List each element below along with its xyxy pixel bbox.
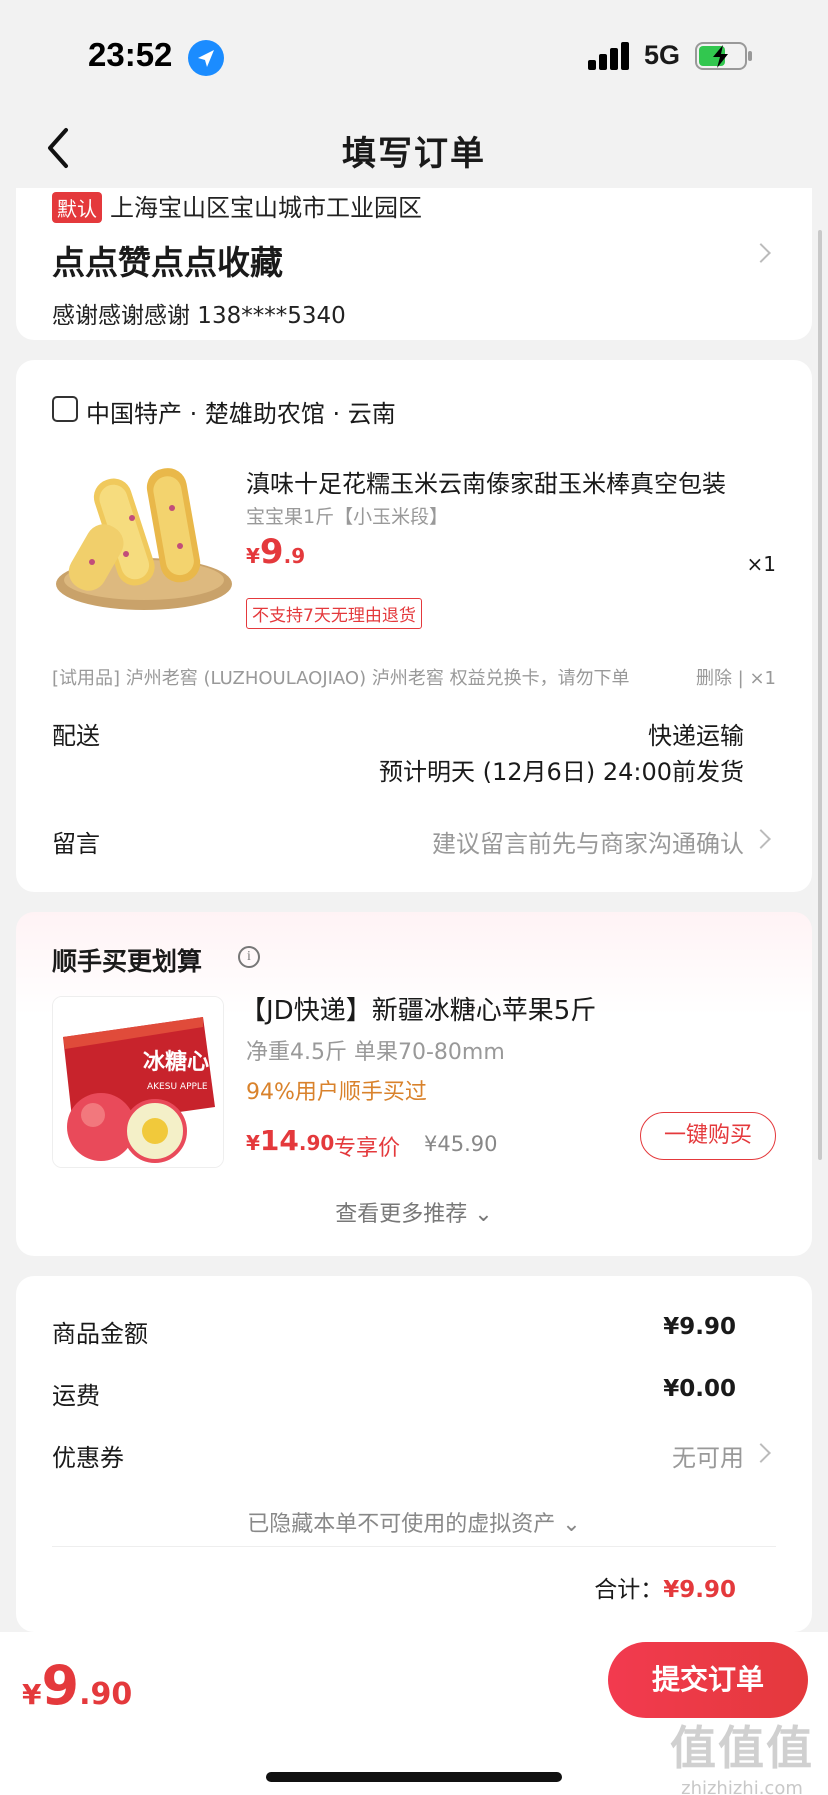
recommend-social-proof: 94%用户顺手买过 — [246, 1080, 427, 1105]
page-title: 填写订单 — [342, 134, 486, 174]
divider — [52, 1546, 776, 1547]
exclusive-price-label: 专享价 — [334, 1136, 401, 1161]
default-address-badge: 默认 — [52, 192, 102, 223]
price-summary-card: 商品金额 ¥9.90 运费 ¥0.00 优惠券 无可用 已隐藏本单不可使用的虚拟… — [16, 1276, 812, 1632]
nav-bar: 填写订单 — [0, 110, 828, 190]
product-quantity: ×1 — [746, 552, 776, 576]
original-price: ¥45.90 — [424, 1132, 498, 1156]
remark-label: 留言 — [52, 830, 100, 858]
signal-strength-icon — [588, 42, 630, 70]
total-value: ¥9.90 — [663, 1577, 736, 1603]
gift-item: [试用品] 泸州老窖 (LUZHOULAOJIAO) 泸州老窖 权益兑换卡，请勿… — [52, 668, 630, 689]
hidden-assets-toggle[interactable]: 已隐藏本单不可使用的虚拟资产 ⌄ — [16, 1506, 812, 1538]
chevron-right-icon — [751, 243, 771, 263]
remark-input[interactable]: 建议留言前先与商家沟通确认 — [432, 824, 744, 859]
coupon-value[interactable]: 无可用 — [672, 1438, 744, 1473]
info-icon[interactable]: i — [238, 946, 260, 968]
gift-delete-button[interactable]: 删除 | ×1 — [696, 664, 776, 690]
watermark: 值值值 zhizhizhi.com — [670, 1721, 814, 1795]
total-label: 合计： — [594, 1577, 664, 1603]
goods-amount-label: 商品金额 — [52, 1320, 148, 1348]
goods-amount-value: ¥9.90 — [663, 1314, 736, 1340]
product-image-corn[interactable] — [52, 458, 242, 618]
delivery-eta: 预计明天 (12月6日) 24:00前发货 — [379, 758, 744, 786]
recommendation-card: 顺手买更划算 i 冰糖心 AKESU APPLE 【JD快递】新疆冰糖心苹果5斤… — [16, 912, 812, 1256]
no-return-badge: 不支持7天无理由退货 — [246, 598, 422, 629]
recommend-product-spec: 净重4.5斤 单果70-80mm — [246, 1040, 505, 1065]
recommend-price: ¥14.90 — [246, 1124, 335, 1157]
chevron-right-icon — [751, 829, 771, 849]
chevron-right-icon — [751, 1443, 771, 1463]
address-contact: 感谢感谢感谢 138****5340 — [52, 303, 346, 329]
address-detail: 点点赞点点收藏 — [52, 243, 283, 282]
status-time: 23:52 — [88, 36, 173, 73]
delivery-label: 配送 — [52, 722, 100, 750]
home-indicator[interactable] — [266, 1772, 562, 1782]
submit-order-button[interactable]: 提交订单 — [608, 1642, 808, 1718]
address-region: 上海宝山区宝山城市工业园区 — [110, 194, 422, 222]
recommendation-title: 顺手买更划算 — [52, 947, 203, 976]
shipping-fee-label: 运费 — [52, 1382, 100, 1410]
order-card: 中国特产 · 楚雄助农馆 · 云南 滇味十足花糯玉米云南傣家甜玉米棒真空包装 宝… — [16, 360, 812, 892]
bottom-checkout-bar: ¥9.90 提交订单 值值值 zhizhizhi.com — [0, 1632, 828, 1795]
more-recommendations-link[interactable]: 查看更多推荐 ⌄ — [16, 1196, 812, 1228]
product-title[interactable]: 滇味十足花糯玉米云南傣家甜玉米棒真空包装 — [246, 464, 776, 499]
address-card[interactable]: 默认 上海宝山区宝山城市工业园区 点点赞点点收藏 感谢感谢感谢 138****5… — [16, 188, 812, 340]
shop-name[interactable]: 中国特产 · 楚雄助农馆 · 云南 — [86, 394, 396, 429]
shipping-fee-value: ¥0.00 — [663, 1376, 736, 1402]
recommend-product-name[interactable]: 【JD快递】新疆冰糖心苹果5斤 — [240, 990, 596, 1027]
location-arrow-icon — [188, 40, 224, 76]
delivery-method[interactable]: 快递运输 — [648, 716, 744, 751]
shop-icon — [52, 396, 78, 422]
coupon-label: 优惠券 — [52, 1444, 124, 1472]
product-image-apple[interactable]: 冰糖心 AKESU APPLE — [52, 996, 224, 1168]
product-price: ¥9.9 — [246, 532, 306, 572]
scrollbar[interactable] — [818, 230, 822, 1160]
status-bar: 23:52 5G — [0, 0, 828, 110]
payable-amount: ¥9.90 — [22, 1654, 133, 1717]
box-brand-subtext: AKESU APPLE — [147, 1082, 208, 1092]
box-brand-text: 冰糖心 — [143, 1049, 209, 1075]
one-click-buy-button[interactable]: 一键购买 — [640, 1112, 776, 1160]
product-spec: 宝宝果1斤【小玉米段】 — [246, 506, 449, 528]
battery-charging-icon — [695, 40, 755, 72]
network-type: 5G — [644, 40, 681, 70]
total-line: 合计：¥9.90 — [594, 1570, 736, 1604]
